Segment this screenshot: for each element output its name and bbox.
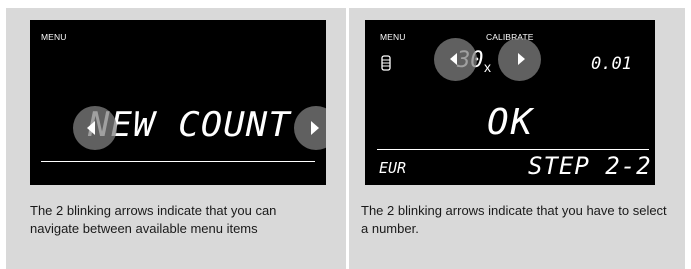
display-divider [377, 149, 649, 150]
menu-item-display: NEW COUNT [88, 105, 291, 145]
triangle-right-icon [311, 121, 319, 135]
count-suffix: x [484, 59, 491, 75]
previous-item-button[interactable] [73, 106, 117, 150]
next-item-button[interactable] [294, 106, 326, 150]
currency-label: EUR [379, 159, 407, 177]
menu-navigation-panel: MENU NEW COUNT The 2 blinking arrows ind… [6, 8, 346, 269]
triangle-left-icon [450, 53, 457, 65]
coin-stack-icon [381, 55, 391, 71]
navigation-caption: The 2 blinking arrows indicate that you … [30, 203, 277, 236]
menu-label: MENU [380, 32, 406, 42]
step-indicator: STEP 2-2 [528, 152, 652, 180]
status-display: OK [487, 102, 535, 143]
lcd-display: MENU CALIBRATE 30 x 0.01 OK EUR STEP 2-2 [365, 20, 655, 185]
triangle-right-icon [518, 53, 525, 65]
amount-value: 0.01 [591, 54, 632, 74]
selection-caption: The 2 blinking arrows indicate that you … [361, 203, 667, 236]
decrement-button[interactable] [434, 38, 477, 81]
display-divider [41, 161, 315, 162]
calibrate-panel: MENU CALIBRATE 30 x 0.01 OK EUR STEP 2-2… [349, 8, 685, 269]
lcd-display: MENU NEW COUNT [30, 20, 326, 185]
triangle-left-icon [87, 121, 95, 135]
increment-button[interactable] [498, 38, 541, 81]
menu-label: MENU [41, 32, 67, 42]
